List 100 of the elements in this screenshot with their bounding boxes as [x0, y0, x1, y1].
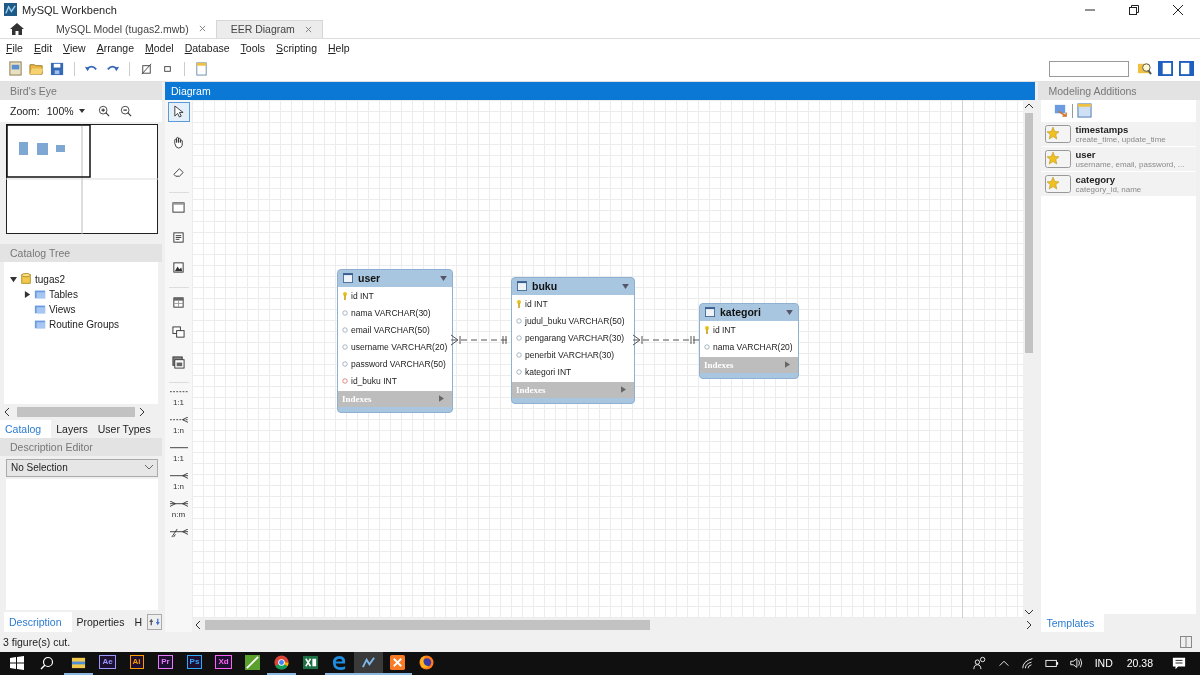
people-icon[interactable]	[972, 656, 987, 671]
eraser-icon[interactable]	[172, 165, 185, 179]
relationship-tool[interactable]: 1:1	[166, 386, 191, 409]
language-indicator[interactable]: IND	[1094, 657, 1113, 670]
relationship-tool[interactable]: n:m	[166, 498, 191, 521]
taskbar-app[interactable]: Ai	[122, 652, 151, 675]
import-icon[interactable]	[1053, 103, 1069, 119]
tree-item[interactable]: tugas2	[35, 273, 66, 285]
toggle-grid-icon[interactable]	[139, 61, 154, 77]
app-icon: Ai	[129, 655, 144, 670]
scroll-right-icon[interactable]	[139, 407, 145, 416]
restore-icon[interactable]	[1129, 4, 1139, 15]
panel-tab[interactable]: Templates	[1041, 614, 1105, 633]
panel-toggle-icon[interactable]	[1179, 61, 1194, 77]
save-icon[interactable]	[50, 61, 65, 77]
browser-icon	[274, 655, 289, 670]
start-icon[interactable]	[10, 656, 24, 671]
home-icon[interactable]	[10, 22, 24, 35]
panel-tab[interactable]: Layers	[51, 419, 93, 438]
expand-arrow-icon[interactable]	[621, 386, 626, 394]
expand-toggle-icon[interactable]	[10, 275, 17, 283]
tree-item[interactable]: Routine Groups	[49, 318, 120, 330]
browser-icon	[332, 655, 347, 670]
taskbar-app[interactable]	[383, 652, 412, 675]
search-icon[interactable]	[1137, 61, 1152, 77]
scroll-down-icon[interactable]	[1025, 609, 1034, 616]
hand-icon[interactable]	[172, 135, 185, 149]
menu-item[interactable]: Help	[328, 41, 350, 54]
overview-map[interactable]	[6, 123, 158, 234]
new-document-icon[interactable]	[8, 61, 23, 77]
dropdown-arrow-icon[interactable]	[78, 108, 85, 113]
taskbar-app[interactable]: Pr	[151, 652, 180, 675]
menu-item[interactable]: View	[63, 41, 86, 54]
pointer-tool[interactable]	[167, 101, 190, 122]
template-name: timestamps	[1075, 123, 1130, 135]
document-tab[interactable]: MySQL Model (tugas2.mwb)	[42, 19, 216, 38]
entity-card[interactable]: buku id INT judul_buku VARCHAR(50) pengarang VARCHAR(30) penerbit VARCHAR(30) kategori INT Indexes	[511, 276, 635, 404]
sidebar-toggle-icon[interactable]	[1180, 636, 1192, 648]
view-icon[interactable]	[172, 325, 185, 339]
taskbar-app[interactable]: Ae	[93, 652, 122, 675]
browser-icon	[419, 655, 434, 670]
table-icon[interactable]	[172, 295, 185, 309]
collapse-arrow-icon[interactable]	[622, 283, 629, 289]
relationship-tool[interactable]: 1:n	[166, 414, 191, 437]
tab-scroll-icon[interactable]	[147, 614, 162, 631]
panel-tab[interactable]: Properties	[71, 612, 130, 633]
zoom-out-icon[interactable]	[119, 104, 132, 117]
template-item[interactable]: timestamps create_time, update_time	[1041, 121, 1196, 146]
taskbar-app[interactable]: Ps	[180, 652, 209, 675]
taskbar-app[interactable]	[267, 652, 296, 675]
scroll-left-icon[interactable]	[4, 407, 10, 416]
scroll-right-icon[interactable]	[1026, 621, 1033, 630]
expand-arrow-icon[interactable]	[439, 395, 444, 403]
window-title: MySQL Workbench	[22, 3, 117, 16]
routine-group-icon[interactable]	[172, 355, 185, 369]
text-note-icon[interactable]	[172, 230, 185, 244]
menu-item[interactable]: File	[6, 41, 23, 54]
wifi-icon[interactable]	[1020, 656, 1035, 671]
menu-item[interactable]: Tools	[240, 41, 266, 54]
layer-icon[interactable]	[172, 200, 185, 214]
scroll-left-icon[interactable]	[195, 621, 201, 630]
volume-icon[interactable]	[1068, 656, 1083, 671]
panel-tab[interactable]: H	[129, 612, 147, 633]
zoom-select[interactable]: 100%	[43, 104, 88, 117]
notification-icon[interactable]	[1172, 656, 1186, 671]
template-columns: create_time, update_time	[1075, 134, 1166, 144]
relationship-tool[interactable]: 1:1	[166, 442, 191, 465]
collapse-arrow-icon[interactable]	[440, 275, 447, 281]
zoom-in-icon[interactable]	[97, 104, 110, 117]
relationship-connector[interactable]	[633, 333, 699, 346]
panel-tab[interactable]: Catalog	[0, 419, 52, 438]
tree-item[interactable]: Views	[49, 303, 76, 315]
open-folder-icon[interactable]	[29, 61, 44, 77]
clock[interactable]: 20.38	[1126, 657, 1153, 670]
search-field[interactable]	[1049, 60, 1129, 77]
expand-arrow-icon[interactable]	[785, 361, 790, 369]
scroll-up-icon[interactable]	[1025, 102, 1034, 109]
taskbar-app[interactable]: Xd	[209, 652, 238, 675]
expand-toggle-icon[interactable]	[24, 290, 31, 298]
entity-card[interactable]: kategori id INT nama VARCHAR(20) Indexes	[699, 302, 799, 379]
menu-item[interactable]: Arrange	[96, 41, 134, 54]
menu-item[interactable]: Scripting	[276, 41, 317, 54]
panel-tab[interactable]: Description	[4, 612, 72, 633]
menu-item[interactable]: Edit	[33, 41, 53, 54]
image-icon[interactable]	[172, 260, 185, 274]
template-item[interactable]: category category_id, name	[1041, 171, 1196, 196]
folder-icon	[71, 655, 86, 670]
tree-item[interactable]: Tables	[49, 288, 78, 300]
panel-toggle-icon[interactable]	[1158, 61, 1173, 77]
close-icon[interactable]	[1173, 4, 1183, 15]
entity-header[interactable]: kategori	[700, 303, 798, 321]
selection-dropdown[interactable]: No Selection	[6, 458, 158, 477]
relationship-tool[interactable]: 1:n	[166, 470, 191, 493]
panel-tab[interactable]: User Types	[92, 419, 156, 438]
collapse-arrow-icon[interactable]	[786, 309, 793, 315]
menu-item[interactable]: Database	[184, 41, 230, 54]
search-icon[interactable]	[40, 656, 54, 671]
entity-card[interactable]: user id INT nama VARCHAR(30) email VARCHAR(50) username VARCHAR(20) password VARCHAR(50) id_buku INT Indexes	[337, 268, 453, 413]
menu-item[interactable]: Model	[145, 41, 174, 54]
template-item[interactable]: user username, email, password, ...	[1041, 146, 1196, 171]
